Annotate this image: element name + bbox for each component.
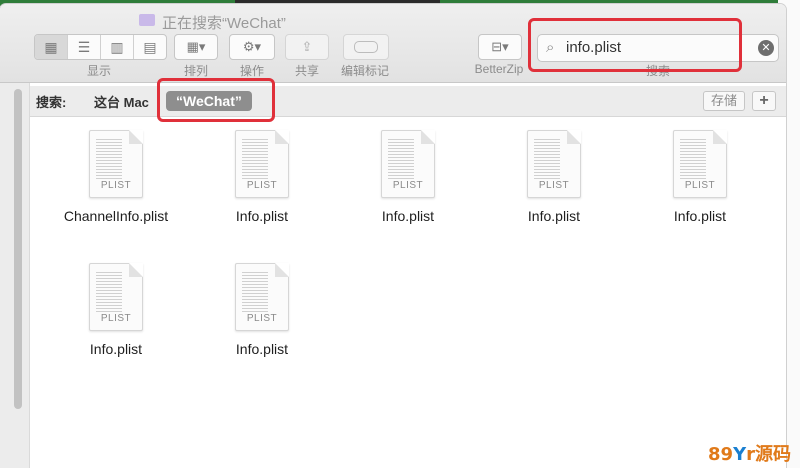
scope-highlight-box: [157, 78, 275, 122]
edit-tags-label: 编辑标记: [340, 64, 389, 78]
plist-file-icon: PLIST: [673, 130, 727, 198]
view-mode-segment: ▦ ☰ ▥ ▤: [34, 34, 167, 60]
scope-label: 搜索:: [36, 95, 67, 110]
view-label: 显示: [86, 64, 111, 78]
window-title: 正在搜索“WeChat”: [162, 15, 286, 32]
plist-file-icon: PLIST: [527, 130, 581, 198]
file-name: Info.plist: [381, 208, 435, 224]
sort-button[interactable]: ▦▾: [174, 34, 218, 60]
betterzip-icon: ⊟▾: [491, 39, 509, 54]
gear-icon: ⚙▾: [242, 39, 262, 54]
file-item[interactable]: PLIST Info.plist: [630, 130, 770, 224]
scope-this-mac[interactable]: 这台 Mac: [94, 92, 149, 111]
betterzip-label: BetterZip: [474, 62, 524, 76]
clear-search-icon[interactable]: ✕: [758, 40, 774, 56]
share-icon: ⇪: [301, 39, 313, 54]
file-name: Info.plist: [89, 341, 143, 357]
file-name: Info.plist: [235, 341, 289, 357]
file-item[interactable]: PLIST ChannelInfo.plist: [46, 130, 186, 224]
plist-file-icon: PLIST: [89, 263, 143, 331]
plist-file-icon: PLIST: [235, 130, 289, 198]
sort-icon: ▦▾: [186, 39, 206, 54]
file-item[interactable]: PLIST Info.plist: [484, 130, 624, 224]
tag-icon: [354, 41, 378, 53]
edit-tags-button[interactable]: [343, 34, 389, 60]
file-item[interactable]: PLIST Info.plist: [192, 263, 332, 357]
gallery-view-icon[interactable]: ▤: [134, 35, 166, 59]
action-button[interactable]: ⚙▾: [229, 34, 275, 60]
file-item[interactable]: PLIST Info.plist: [338, 130, 478, 224]
plist-file-icon: PLIST: [381, 130, 435, 198]
file-item[interactable]: PLIST Info.plist: [192, 130, 332, 224]
plist-file-icon: PLIST: [89, 130, 143, 198]
file-name: Info.plist: [673, 208, 727, 224]
save-search-button[interactable]: 存储: [703, 91, 745, 111]
action-label: 操作: [239, 64, 264, 78]
betterzip-button[interactable]: ⊟▾: [478, 34, 522, 60]
folder-icon: [139, 14, 155, 26]
share-button[interactable]: ⇪: [285, 34, 329, 60]
list-view-icon[interactable]: ☰: [68, 35, 101, 59]
file-name: Info.plist: [527, 208, 581, 224]
finder-window: 正在搜索“WeChat” ▦ ☰ ▥ ▤ 显示 ▦▾ 排列 ⚙▾ 操作 ⇪ 共享…: [0, 4, 786, 468]
file-name: ChannelInfo.plist: [63, 208, 169, 224]
search-scope-bar: 搜索: 这台 Mac “WeChat” 存储 +: [30, 86, 786, 117]
sort-label: 排列: [183, 64, 208, 78]
share-label: 共享: [294, 64, 319, 78]
plist-file-icon: PLIST: [235, 263, 289, 331]
file-name: Info.plist: [235, 208, 289, 224]
sidebar: [0, 83, 30, 468]
column-view-icon[interactable]: ▥: [101, 35, 134, 59]
sidebar-scrollbar[interactable]: [14, 89, 22, 409]
add-criteria-button[interactable]: +: [752, 91, 776, 111]
icon-view-icon[interactable]: ▦: [35, 35, 68, 59]
watermark-logo: 89Yr源码: [708, 444, 791, 465]
file-item[interactable]: PLIST Info.plist: [46, 263, 186, 357]
search-highlight-box: [528, 18, 742, 72]
